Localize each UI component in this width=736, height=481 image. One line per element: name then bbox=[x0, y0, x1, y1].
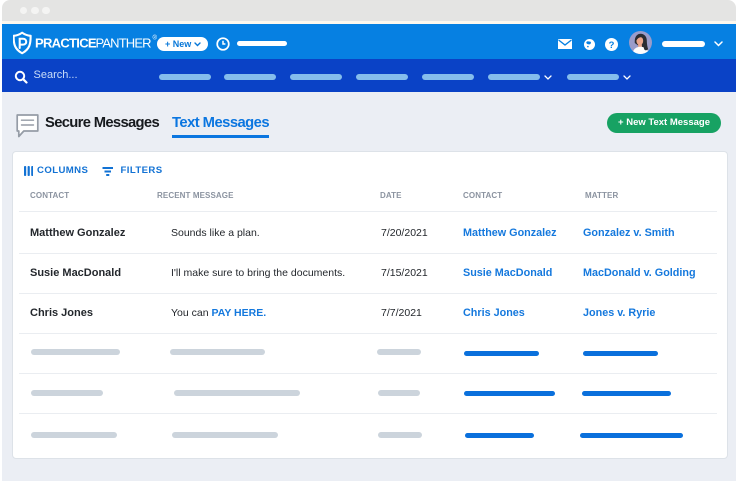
svg-text:PRACTICE: PRACTICE bbox=[35, 35, 97, 50]
svg-text:PANTHER: PANTHER bbox=[96, 35, 152, 50]
svg-text:?: ? bbox=[609, 40, 615, 51]
